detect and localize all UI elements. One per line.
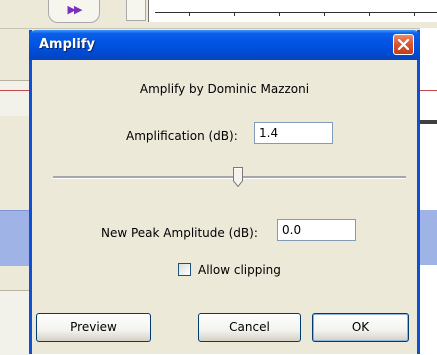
dialog-titlebar[interactable]: Amplify	[29, 30, 420, 60]
allow-clipping-label[interactable]: Allow clipping	[198, 263, 281, 277]
allow-clipping-checkbox[interactable]	[178, 263, 191, 276]
amplification-slider[interactable]	[53, 176, 406, 179]
cancel-button[interactable]: Cancel	[198, 313, 301, 342]
amplification-input[interactable]	[254, 122, 333, 144]
skip-to-end-icon[interactable]: ▶▶	[48, 0, 100, 23]
slider-thumb[interactable]	[233, 167, 243, 187]
background-track	[0, 290, 30, 355]
timeline-ruler[interactable]	[148, 0, 437, 22]
background-track	[420, 28, 437, 354]
background-track-line	[0, 90, 30, 91]
dialog-header: Amplify by Dominic Mazzoni	[139, 82, 310, 96]
close-icon	[398, 39, 409, 50]
amplify-dialog: Amplify Amplify by Dominic Mazzoni Ampli…	[29, 30, 420, 354]
background-track-line	[420, 120, 437, 124]
ok-button[interactable]: OK	[312, 313, 409, 342]
amplification-label: Amplification (dB):	[126, 129, 238, 143]
background-track-line	[420, 90, 437, 91]
background-track	[0, 80, 30, 116]
background-waveform	[0, 210, 30, 266]
preview-button[interactable]: Preview	[36, 313, 151, 342]
background-toolbar: ▶▶	[0, 0, 437, 29]
dialog-title: Amplify	[39, 37, 95, 52]
peak-amplitude-input[interactable]	[277, 219, 356, 241]
peak-amplitude-label: New Peak Amplitude (dB):	[101, 226, 258, 240]
background-waveform	[420, 210, 437, 265]
close-button[interactable]	[393, 34, 414, 55]
toolbar-grip-icon	[126, 0, 146, 21]
